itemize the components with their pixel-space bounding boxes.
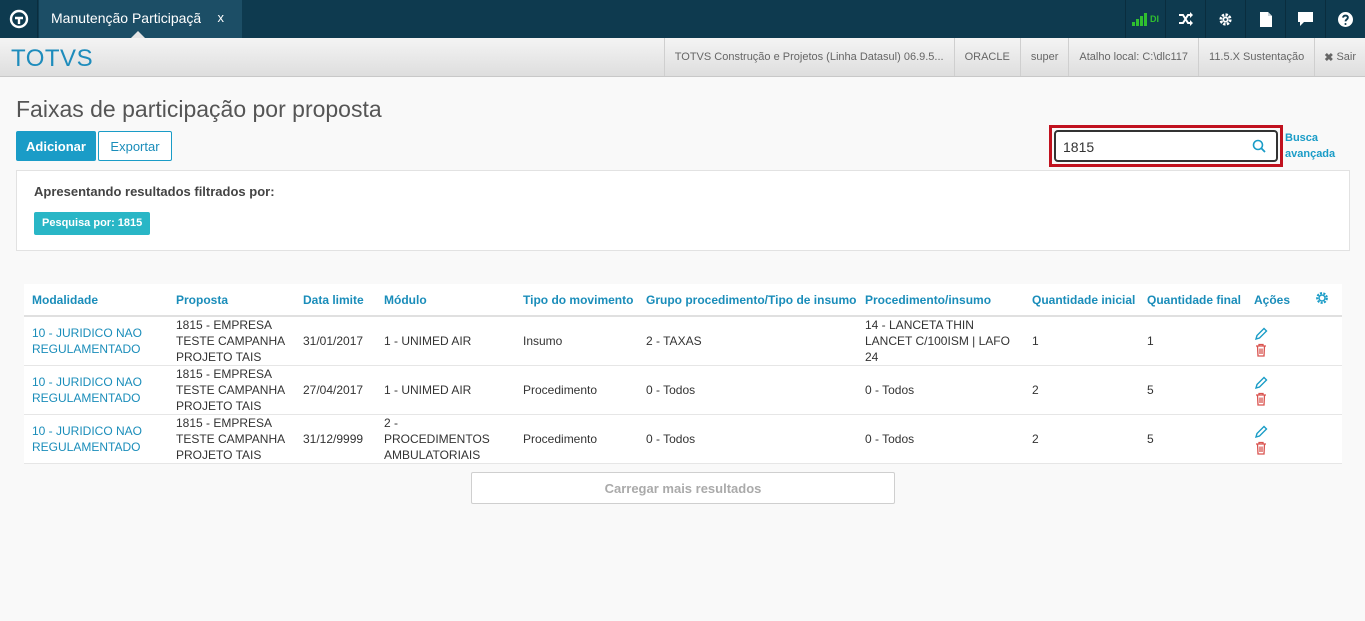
col-tipo-movimento[interactable]: Tipo do movimento <box>515 284 638 317</box>
shuffle-button[interactable] <box>1165 0 1205 38</box>
cell-quantidade-inicial: 2 <box>1024 414 1139 464</box>
cell-modulo: 1 - UNIMED AIR <box>376 365 515 415</box>
cell-tipo-movimento: Insumo <box>515 316 638 366</box>
user-info: super <box>1019 38 1069 76</box>
table-row: 10 - JURIDICO NAO REGULAMENTADO 1815 - E… <box>24 316 1342 366</box>
cell-data-limite: 27/04/2017 <box>295 365 376 415</box>
tab-close-button[interactable]: x <box>218 10 225 25</box>
filter-panel: Apresentando resultados filtrados por: P… <box>16 170 1350 251</box>
edit-icon[interactable] <box>1254 376 1268 390</box>
table-row: 10 - JURIDICO NAO REGULAMENTADO 1815 - E… <box>24 365 1342 415</box>
cell-quantidade-final: 1 <box>1139 316 1246 366</box>
connection-signal[interactable]: DI <box>1125 0 1165 38</box>
product-info: TOTVS Construção e Projetos (Linha Datas… <box>663 38 954 76</box>
col-acoes: Ações <box>1246 284 1307 317</box>
shortcut-info: Atalho local: C:\dlc117 <box>1068 38 1198 76</box>
edit-icon[interactable] <box>1254 425 1268 439</box>
cell-tipo-movimento: Procedimento <box>515 365 638 415</box>
cell-procedimento: 0 - Todos <box>857 414 1024 464</box>
cell-empty <box>1307 316 1342 366</box>
cell-actions <box>1246 365 1307 415</box>
col-quantidade-inicial[interactable]: Quantidade inicial <box>1024 284 1139 317</box>
export-button[interactable]: Exportar <box>98 131 172 161</box>
cell-modalidade[interactable]: 10 - JURIDICO NAO REGULAMENTADO <box>24 316 168 366</box>
gear-icon <box>1316 292 1328 304</box>
gear-icon <box>1219 12 1232 26</box>
info-bar: TOTVS TOTVS Construção e Projetos (Linha… <box>0 38 1365 77</box>
document-button[interactable] <box>1245 0 1285 38</box>
col-modulo[interactable]: Módulo <box>376 284 515 317</box>
search-box <box>1054 130 1278 162</box>
cell-quantidade-final: 5 <box>1139 365 1246 415</box>
signal-label: DI <box>1150 14 1159 24</box>
shuffle-icon <box>1178 12 1193 26</box>
filter-title: Apresentando resultados filtrados por: <box>34 184 275 199</box>
cell-empty <box>1307 365 1342 415</box>
search-input[interactable] <box>1063 138 1243 156</box>
help-button[interactable] <box>1325 0 1365 38</box>
cell-procedimento: 0 - Todos <box>857 365 1024 415</box>
filter-chip[interactable]: Pesquisa por: 1815 <box>34 212 151 235</box>
cell-modalidade[interactable]: 10 - JURIDICO NAO REGULAMENTADO <box>24 414 168 464</box>
cell-data-limite: 31/01/2017 <box>295 316 376 366</box>
logout-button[interactable]: ✖ Sair <box>1314 38 1365 76</box>
col-data-limite[interactable]: Data limite <box>295 284 376 317</box>
totvs-logo-icon[interactable] <box>0 0 38 38</box>
tab-title: Manutenção Participação <box>51 10 201 26</box>
trash-icon[interactable] <box>1254 392 1268 406</box>
cell-quantidade-inicial: 1 <box>1024 316 1139 366</box>
version-info: 11.5.X Sustentação <box>1198 38 1314 76</box>
settings-button[interactable] <box>1205 0 1245 38</box>
col-procedimento-insumo[interactable]: Procedimento/insumo <box>857 284 1024 317</box>
cell-modalidade[interactable]: 10 - JURIDICO NAO REGULAMENTADO <box>24 365 168 415</box>
help-icon <box>1338 11 1353 27</box>
top-toolbar: DI <box>1125 0 1365 38</box>
signal-icon <box>1132 12 1147 26</box>
cell-data-limite: 31/12/9999 <box>295 414 376 464</box>
brand-logo: TOTVS <box>11 45 94 72</box>
cell-grupo: 2 - TAXAS <box>638 316 857 366</box>
cell-quantidade-final: 5 <box>1139 414 1246 464</box>
column-settings-button[interactable] <box>1307 284 1342 317</box>
cell-modulo: 2 - PROCEDIMENTOS AMBULATORIAIS <box>376 414 515 464</box>
add-button[interactable]: Adicionar <box>16 131 96 161</box>
advanced-search-link[interactable]: Busca avançada <box>1285 130 1345 162</box>
cell-quantidade-inicial: 2 <box>1024 365 1139 415</box>
session-info: TOTVS Construção e Projetos (Linha Datas… <box>663 38 1365 76</box>
cell-procedimento: 14 - LANCETA THIN LANCET C/100ISM | LAFO… <box>857 316 1024 366</box>
chat-button[interactable] <box>1285 0 1325 38</box>
page-title: Faixas de participação por proposta <box>16 96 382 122</box>
cell-proposta: 1815 - EMPRESA TESTE CAMPANHA PROJETO TA… <box>168 316 295 366</box>
cell-modulo: 1 - UNIMED AIR <box>376 316 515 366</box>
load-more-button[interactable]: Carregar mais resultados <box>471 472 895 504</box>
cell-tipo-movimento: Procedimento <box>515 414 638 464</box>
tab-caret-icon <box>131 31 145 38</box>
top-bar: Manutenção Participação x DI <box>0 0 1365 38</box>
chat-icon <box>1298 12 1313 26</box>
results-table: Modalidade Proposta Data limite Módulo T… <box>24 284 1342 464</box>
cell-grupo: 0 - Todos <box>638 414 857 464</box>
tab-manutencao[interactable]: Manutenção Participação x <box>39 0 242 38</box>
cell-empty <box>1307 414 1342 464</box>
col-grupo-procedimento[interactable]: Grupo procedimento/Tipo de insumo <box>638 284 857 317</box>
document-icon <box>1259 11 1272 27</box>
cell-actions <box>1246 316 1307 366</box>
cell-actions <box>1246 414 1307 464</box>
col-proposta[interactable]: Proposta <box>168 284 295 317</box>
table-row: 10 - JURIDICO NAO REGULAMENTADO 1815 - E… <box>24 414 1342 464</box>
col-quantidade-final[interactable]: Quantidade final <box>1139 284 1246 317</box>
database-info: ORACLE <box>953 38 1020 76</box>
edit-icon[interactable] <box>1254 327 1268 341</box>
close-icon: ✖ <box>1324 51 1334 64</box>
search-icon[interactable] <box>1252 139 1266 153</box>
cell-proposta: 1815 - EMPRESA TESTE CAMPANHA PROJETO TA… <box>168 365 295 415</box>
trash-icon[interactable] <box>1254 441 1268 455</box>
cell-grupo: 0 - Todos <box>638 365 857 415</box>
cell-proposta: 1815 - EMPRESA TESTE CAMPANHA PROJETO TA… <box>168 414 295 464</box>
col-modalidade[interactable]: Modalidade <box>24 284 168 317</box>
table-header-row: Modalidade Proposta Data limite Módulo T… <box>24 284 1342 317</box>
trash-icon[interactable] <box>1254 343 1268 357</box>
logout-label: Sair <box>1336 51 1356 63</box>
